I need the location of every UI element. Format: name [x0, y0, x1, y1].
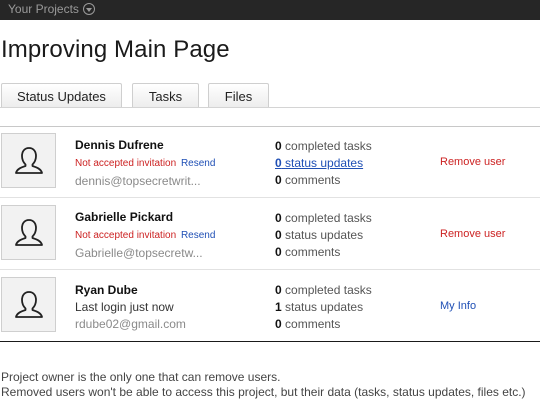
status-text: Not accepted invitation — [75, 230, 177, 241]
avatar — [1, 277, 56, 332]
completed-tasks-stat: 0 completed tasks — [275, 139, 372, 153]
page-title: Improving Main Page — [1, 36, 230, 63]
resend-link[interactable]: Resend — [181, 158, 215, 169]
user-name: Dennis Dufrene — [75, 138, 164, 152]
resend-link[interactable]: Resend — [181, 230, 215, 241]
tab-files[interactable]: Files — [208, 83, 269, 108]
stat-count: 1 — [275, 300, 282, 314]
status-updates-stat: 0 status updates — [275, 228, 363, 242]
user-silhouette-icon — [14, 218, 43, 246]
user-silhouette-icon — [14, 146, 43, 174]
comments-stat: 0 comments — [275, 317, 340, 331]
stat-label: status updates — [285, 156, 364, 170]
row-divider — [0, 197, 540, 198]
stat-count: 0 — [275, 317, 282, 331]
row-divider — [0, 269, 540, 270]
tab-status-updates[interactable]: Status Updates — [1, 83, 122, 108]
status-text: Not accepted invitation — [75, 158, 177, 169]
stat-label: status updates — [285, 300, 364, 314]
stat-count: 0 — [275, 283, 282, 297]
remove-user-link[interactable]: Remove user — [440, 156, 505, 168]
user-email: dennis@topsecretwrit... — [75, 174, 201, 188]
user-email: Gabrielle@topsecretw... — [75, 246, 203, 260]
status-updates-link[interactable]: 0 status updates — [275, 156, 363, 170]
stat-label: comments — [285, 317, 341, 331]
user-email: rdube02@gmail.com — [75, 317, 186, 331]
comments-stat: 0 comments — [275, 245, 340, 259]
your-projects-label: Your Projects — [8, 2, 79, 16]
completed-tasks-stat: 0 completed tasks — [275, 211, 372, 225]
user-name: Gabrielle Pickard — [75, 210, 174, 224]
removed-users-note: Removed users won't be able to access th… — [1, 385, 526, 399]
last-login-text: Last login just now — [75, 300, 174, 314]
stat-count: 0 — [275, 156, 282, 170]
stat-label: completed tasks — [285, 211, 372, 225]
user-silhouette-icon — [14, 290, 43, 318]
invitation-status: Not accepted invitation Resend — [75, 158, 215, 169]
user-name: Ryan Dube — [75, 283, 138, 297]
list-divider-bottom — [0, 341, 540, 342]
avatar — [1, 205, 56, 260]
remove-user-link[interactable]: Remove user — [440, 228, 505, 240]
comments-stat: 0 comments — [275, 173, 340, 187]
stat-label: completed tasks — [285, 283, 372, 297]
stat-count: 0 — [275, 211, 282, 225]
stat-count: 0 — [275, 173, 282, 187]
completed-tasks-stat: 0 completed tasks — [275, 283, 372, 297]
stat-label: status updates — [285, 228, 364, 242]
stat-label: comments — [285, 173, 341, 187]
chevron-down-icon[interactable] — [82, 3, 95, 15]
your-projects-menu[interactable]: Your Projects — [8, 1, 95, 17]
stat-count: 0 — [275, 139, 282, 153]
stat-count: 0 — [275, 228, 282, 242]
invitation-status: Not accepted invitation Resend — [75, 230, 215, 241]
my-info-link[interactable]: My Info — [440, 300, 476, 312]
list-divider-top — [0, 126, 540, 127]
status-updates-stat: 1 status updates — [275, 300, 363, 314]
owner-note: Project owner is the only one that can r… — [1, 370, 281, 384]
top-bar: Your Projects — [0, 0, 540, 20]
tab-tasks[interactable]: Tasks — [132, 83, 199, 108]
stat-label: completed tasks — [285, 139, 372, 153]
avatar — [1, 133, 56, 188]
stat-count: 0 — [275, 245, 282, 259]
stat-label: comments — [285, 245, 341, 259]
tab-divider — [0, 107, 540, 108]
